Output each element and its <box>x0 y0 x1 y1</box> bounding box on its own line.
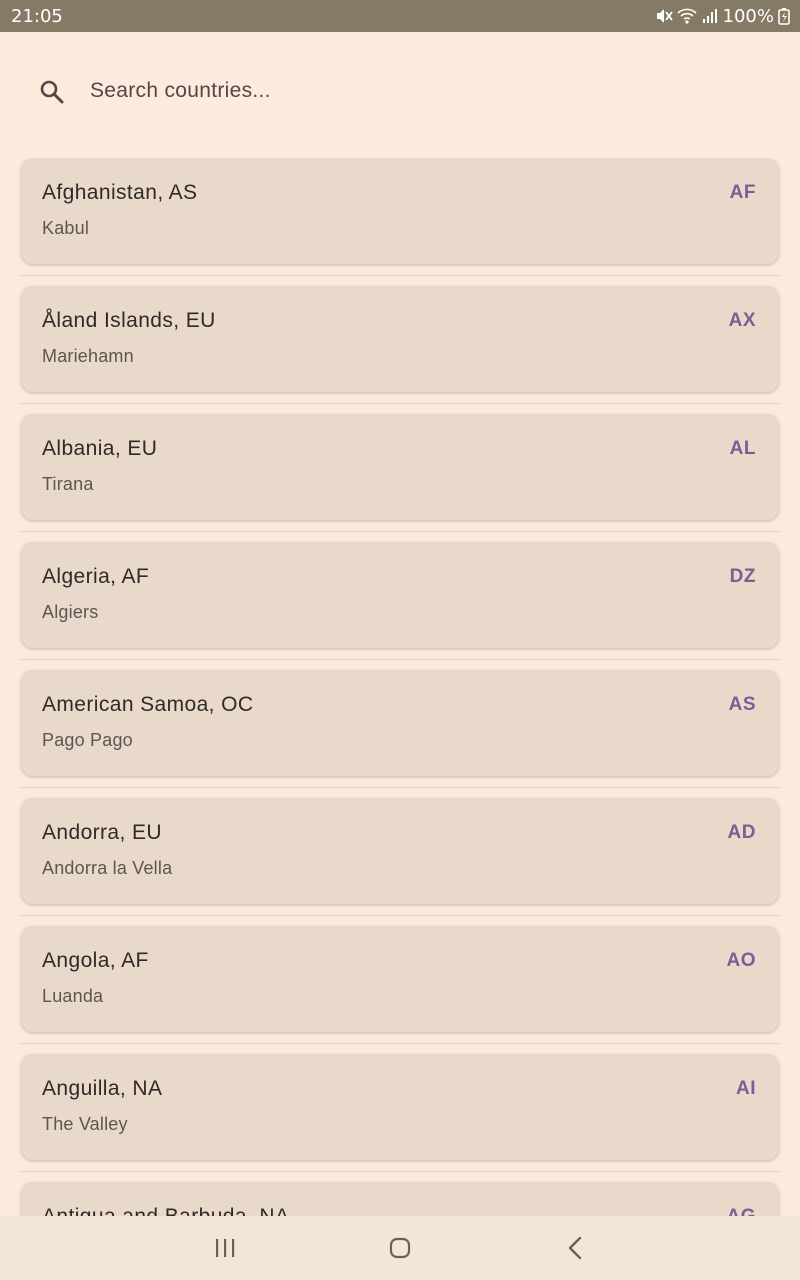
divider <box>21 1171 779 1172</box>
divider <box>21 915 779 916</box>
country-code: AG <box>727 1206 757 1216</box>
recent-apps-icon <box>216 1239 235 1257</box>
list-item: Anguilla, NA The Valley AI <box>0 1054 800 1182</box>
country-capital: Tirana <box>42 474 94 494</box>
recent-apps-button[interactable] <box>205 1232 245 1264</box>
country-code: AX <box>728 310 756 331</box>
country-name: Antigua and Barbuda, NA <box>42 1205 289 1216</box>
search-bar <box>0 58 800 124</box>
signal-icon <box>702 9 717 23</box>
divider <box>21 275 779 276</box>
list-item: Antigua and Barbuda, NA AG <box>0 1182 800 1216</box>
country-capital: Andorra la Vella <box>42 858 173 878</box>
country-capital: Mariehamn <box>42 346 134 366</box>
country-capital: Algiers <box>42 602 99 622</box>
mute-icon <box>656 9 673 23</box>
country-code: AL <box>729 438 756 459</box>
country-code: AD <box>727 822 756 843</box>
country-code: DZ <box>729 566 756 587</box>
list-item: Angola, AF Luanda AO <box>0 926 800 1054</box>
back-button[interactable] <box>555 1232 595 1264</box>
country-name: Andorra, EU <box>42 821 162 844</box>
country-card[interactable]: Andorra, EU Andorra la Vella AD <box>21 798 779 904</box>
country-capital: Luanda <box>42 986 104 1006</box>
list-item: Algeria, AF Algiers DZ <box>0 542 800 670</box>
list-item: Åland Islands, EU Mariehamn AX <box>0 286 800 414</box>
wifi-icon <box>676 8 697 24</box>
country-name: Angola, AF <box>42 949 149 972</box>
country-card[interactable]: Angola, AF Luanda AO <box>21 926 779 1032</box>
list-item: Afghanistan, AS Kabul AF <box>0 158 800 286</box>
country-code: AO <box>726 950 756 971</box>
country-name: Algeria, AF <box>42 565 150 588</box>
country-code: AF <box>729 182 756 203</box>
divider <box>21 1043 779 1044</box>
status-icons: 100% <box>655 6 790 27</box>
country-name: American Samoa, OC <box>42 693 254 716</box>
battery-percent: 100% <box>722 5 774 27</box>
country-card[interactable]: American Samoa, OC Pago Pago AS <box>21 670 779 776</box>
list-item: American Samoa, OC Pago Pago AS <box>0 670 800 798</box>
country-card[interactable]: Afghanistan, AS Kabul AF <box>21 158 779 264</box>
home-icon <box>389 1237 411 1259</box>
country-card[interactable]: Åland Islands, EU Mariehamn AX <box>21 286 779 392</box>
battery-charging-icon <box>778 8 790 25</box>
country-name: Afghanistan, AS <box>42 181 198 204</box>
country-capital: Pago Pago <box>42 730 133 750</box>
country-card[interactable]: Albania, EU Tirana AL <box>21 414 779 520</box>
search-icon[interactable] <box>38 78 66 106</box>
divider <box>21 659 779 660</box>
divider <box>21 787 779 788</box>
status-bar: 21:05 100% <box>0 0 800 32</box>
country-list[interactable]: Afghanistan, AS Kabul AF Åland Islands, EU M… <box>0 158 800 1216</box>
search-input[interactable] <box>90 76 750 106</box>
country-card[interactable]: Anguilla, NA The Valley AI <box>21 1054 779 1160</box>
divider <box>21 403 779 404</box>
country-code: AS <box>728 694 756 715</box>
country-name: Albania, EU <box>42 437 158 460</box>
divider <box>21 531 779 532</box>
country-capital: The Valley <box>42 1114 128 1134</box>
country-card[interactable]: Algeria, AF Algiers DZ <box>21 542 779 648</box>
back-icon <box>568 1236 582 1260</box>
country-name: Anguilla, NA <box>42 1077 163 1100</box>
country-name: Åland Islands, EU <box>42 309 216 332</box>
list-item: Andorra, EU Andorra la Vella AD <box>0 798 800 926</box>
home-button[interactable] <box>380 1232 420 1264</box>
country-capital: Kabul <box>42 218 90 238</box>
navigation-bar <box>0 1216 800 1280</box>
status-time: 21:05 <box>11 5 63 27</box>
country-card[interactable]: Antigua and Barbuda, NA AG <box>21 1182 779 1216</box>
country-code: AI <box>736 1078 756 1099</box>
list-item: Albania, EU Tirana AL <box>0 414 800 542</box>
